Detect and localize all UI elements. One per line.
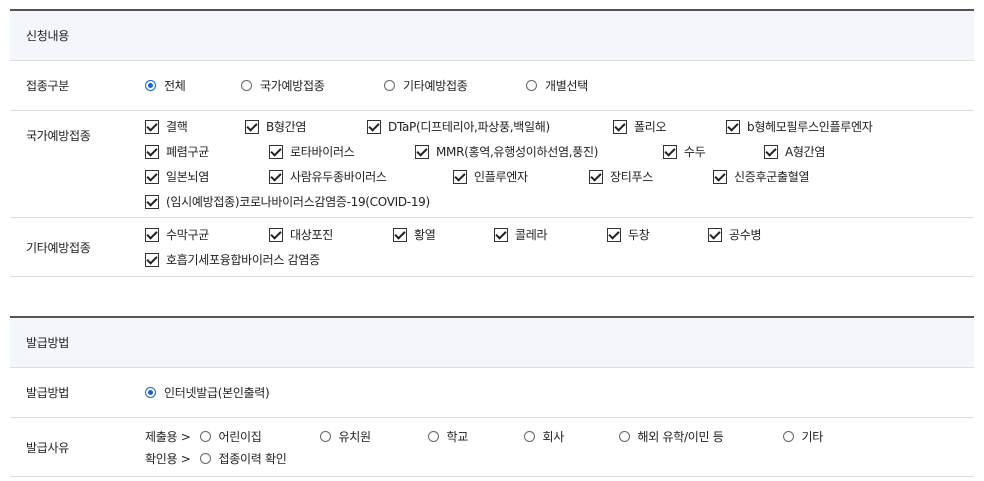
radio-internet-issue[interactable]: 인터넷발급(본인출력)	[145, 384, 270, 401]
checkbox-hfrs[interactable]: 신증후군출혈열	[713, 168, 809, 185]
checkbox-checked-icon	[494, 227, 508, 242]
radio-on-icon	[145, 80, 156, 91]
checkbox-checked-icon	[726, 119, 740, 134]
checkbox-smallpox[interactable]: 두창	[607, 226, 708, 243]
radio-off-icon	[319, 430, 331, 442]
radio-national[interactable]: 국가예방접종	[241, 77, 384, 94]
checkbox-covid19[interactable]: (임시예방접종)코로나바이러스감염증-19(COVID-19)	[145, 193, 430, 210]
checkbox-line: (임시예방접종)코로나바이러스감염증-19(COVID-19)	[145, 189, 430, 214]
radio-off-icon	[618, 430, 630, 442]
radio-etc[interactable]: 기타	[782, 428, 823, 445]
checkbox-checked-icon	[613, 119, 627, 134]
radio-off-icon	[526, 80, 537, 91]
issue-section-title: 발급방법	[10, 318, 974, 368]
checkbox-varicella[interactable]: 수두	[663, 143, 764, 160]
checkbox-checked-icon	[453, 169, 467, 184]
checkbox-rsv[interactable]: 호흡기세포융합바이러스 감염증	[145, 251, 320, 268]
confirm-reason-line: 확인용 > 접종이력 확인	[145, 447, 287, 469]
checkbox-checked-icon	[713, 169, 727, 184]
vaccine-type-options: 전체 국가예방접종 기타예방접종 개별선택	[123, 61, 974, 110]
submit-prefix: 제출용 >	[145, 429, 191, 444]
issue-section: 발급방법 발급방법 인터넷발급(본인출력) 발급사유 제출용 > 어린이집 유치…	[10, 316, 974, 477]
radio-off-icon	[199, 430, 211, 442]
checkbox-checked-icon	[145, 144, 159, 159]
radio-company[interactable]: 회사	[523, 428, 619, 445]
issue-method-row: 발급방법 인터넷발급(본인출력)	[10, 368, 974, 418]
issue-method-label: 발급방법	[26, 386, 69, 400]
checkbox-checked-icon	[145, 169, 159, 184]
checkbox-zoster[interactable]: 대상포진	[269, 226, 393, 243]
issue-method-options: 인터넷발급(본인출력)	[123, 368, 974, 417]
checkbox-checked-icon	[708, 227, 722, 242]
checkbox-checked-icon	[145, 119, 159, 134]
national-vaccine-checkboxes: 결핵 B형간염 DTaP(디프테리아,파상풍,백일해) 폴리오 b형헤모필루스인…	[123, 111, 974, 217]
checkbox-yellow-fever[interactable]: 황열	[393, 226, 494, 243]
checkbox-checked-icon	[764, 144, 778, 159]
radio-daycare[interactable]: 어린이집	[199, 428, 320, 445]
checkbox-line: 수막구균 대상포진 황열 콜레라 두창 공수병	[145, 222, 762, 247]
radio-all[interactable]: 전체	[145, 77, 241, 94]
radio-off-icon	[782, 430, 794, 442]
checkbox-line: 일본뇌염 사람유두종바이러스 인플루엔자 장티푸스 신증후군출혈열	[145, 164, 809, 189]
checkbox-rota[interactable]: 로타바이러스	[269, 143, 415, 160]
issue-reason-row: 발급사유 제출용 > 어린이집 유치원 학교 회사 해외 유학/이민 등 기타 …	[10, 418, 974, 477]
other-vaccine-checkboxes: 수막구균 대상포진 황열 콜레라 두창 공수병 호흡기세포융합바이러스 감염증	[123, 218, 974, 276]
checkbox-line: 폐렴구균 로타바이러스 MMR(홍역,유행성이하선염,풍진) 수두 A형간염	[145, 139, 825, 164]
radio-school[interactable]: 학교	[427, 428, 524, 445]
checkbox-bcg[interactable]: 결핵	[145, 118, 245, 135]
checkbox-hpv[interactable]: 사람유두종바이러스	[269, 168, 453, 185]
checkbox-checked-icon	[415, 144, 429, 159]
checkbox-dtap[interactable]: DTaP(디프테리아,파상풍,백일해)	[367, 118, 613, 135]
radio-off-icon	[523, 430, 535, 442]
checkbox-hepa[interactable]: A형간염	[764, 143, 825, 160]
vaccine-type-row: 접종구분 전체 국가예방접종 기타예방접종 개별선택	[10, 61, 974, 111]
checkbox-pcv[interactable]: 폐렴구균	[145, 143, 269, 160]
checkbox-hepb[interactable]: B형간염	[245, 118, 367, 135]
checkbox-checked-icon	[607, 227, 621, 242]
radio-abroad[interactable]: 해외 유학/이민 등	[618, 428, 783, 445]
radio-other[interactable]: 기타예방접종	[384, 77, 526, 94]
checkbox-checked-icon	[245, 119, 259, 134]
checkbox-checked-icon	[145, 252, 159, 267]
submit-reason-line: 제출용 > 어린이집 유치원 학교 회사 해외 유학/이민 등 기타	[145, 425, 823, 447]
checkbox-checked-icon	[269, 227, 283, 242]
checkbox-flu[interactable]: 인플루엔자	[453, 168, 589, 185]
checkbox-typhoid[interactable]: 장티푸스	[589, 168, 713, 185]
checkbox-checked-icon	[145, 227, 159, 242]
checkbox-hib[interactable]: b형헤모필루스인플루엔자	[726, 118, 873, 135]
checkbox-polio[interactable]: 폴리오	[613, 118, 726, 135]
issue-reason-label: 발급사유	[26, 440, 69, 455]
apply-section-title: 신청내용	[10, 11, 974, 61]
radio-individual[interactable]: 개별선택	[526, 77, 588, 94]
radio-off-icon	[427, 430, 439, 442]
national-vaccine-label: 국가예방접종	[26, 129, 91, 143]
radio-on-icon	[145, 387, 156, 398]
checkbox-line: 결핵 B형간염 DTaP(디프테리아,파상풍,백일해) 폴리오 b형헤모필루스인…	[145, 114, 873, 139]
checkbox-checked-icon	[589, 169, 603, 184]
checkbox-checked-icon	[269, 144, 283, 159]
checkbox-cholera[interactable]: 콜레라	[494, 226, 607, 243]
checkbox-checked-icon	[393, 227, 407, 242]
checkbox-rabies[interactable]: 공수병	[708, 226, 762, 243]
vaccine-type-label: 접종구분	[26, 79, 69, 93]
checkbox-checked-icon	[367, 119, 381, 134]
apply-section: 신청내용 접종구분 전체 국가예방접종 기타예방접종 개별선택 국가예방접종 결…	[10, 9, 974, 277]
radio-off-icon	[199, 452, 211, 464]
issue-reason-options: 제출용 > 어린이집 유치원 학교 회사 해외 유학/이민 등 기타 확인용 >…	[123, 418, 974, 476]
radio-history-check[interactable]: 접종이력 확인	[199, 450, 287, 467]
checkbox-checked-icon	[145, 194, 159, 209]
checkbox-checked-icon	[269, 169, 283, 184]
other-vaccine-row: 기타예방접종 수막구균 대상포진 황열 콜레라 두창 공수병 호흡기세포융합바이…	[10, 218, 974, 277]
national-vaccine-row: 국가예방접종 결핵 B형간염 DTaP(디프테리아,파상풍,백일해) 폴리오 b…	[10, 111, 974, 218]
checkbox-checked-icon	[663, 144, 677, 159]
checkbox-je[interactable]: 일본뇌염	[145, 168, 269, 185]
checkbox-meningococcal[interactable]: 수막구균	[145, 226, 269, 243]
checkbox-line: 호흡기세포융합바이러스 감염증	[145, 247, 320, 272]
other-vaccine-label: 기타예방접종	[26, 240, 91, 255]
radio-off-icon	[241, 80, 252, 91]
radio-off-icon	[384, 80, 395, 91]
checkbox-mmr[interactable]: MMR(홍역,유행성이하선염,풍진)	[415, 143, 663, 160]
confirm-prefix: 확인용 >	[145, 451, 191, 466]
radio-kindergarten[interactable]: 유치원	[319, 428, 428, 445]
